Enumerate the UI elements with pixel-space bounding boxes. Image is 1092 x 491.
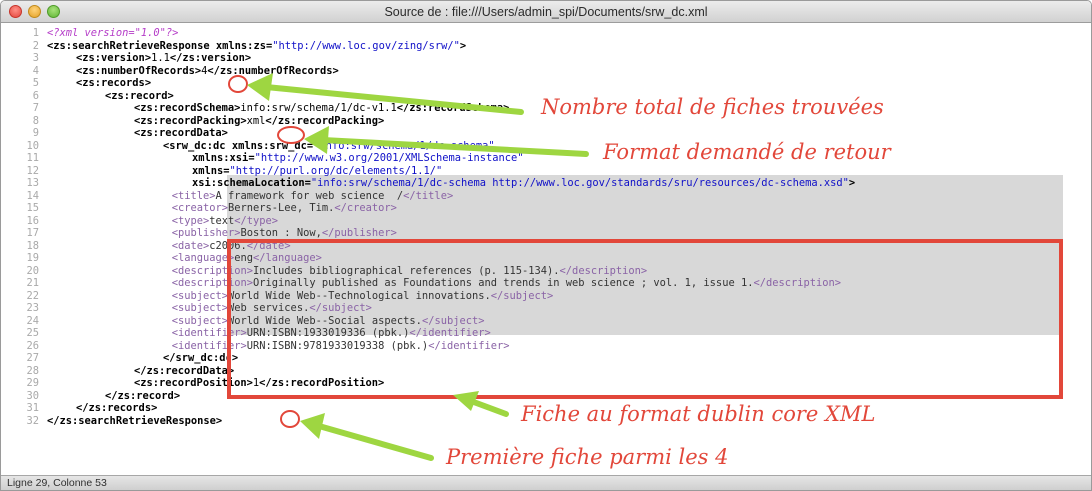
arrow-first-record (316, 423, 434, 461)
annotation-dublin-core: Fiche au format dublin core XML (521, 402, 876, 426)
arrow-format (320, 137, 589, 157)
arrow-head-format (304, 126, 329, 154)
arrow-head-total-records (247, 73, 273, 101)
cursor-position: Ligne 29, Colonne 53 (7, 477, 107, 489)
annotation-total-records: Nombre total de fiches trouvées (541, 95, 884, 119)
arrow-total-records (263, 84, 524, 115)
annotation-format: Format demandé de retour (603, 140, 891, 164)
arrow-head-first-record (300, 413, 325, 439)
arrow-dublin-core (468, 398, 509, 417)
annotation-first-record: Première fiche parmi les 4 (446, 445, 729, 469)
status-bar: Ligne 29, Colonne 53 (1, 475, 1091, 490)
browser-window: Source de : file:///Users/admin_spi/Docu… (0, 0, 1092, 491)
